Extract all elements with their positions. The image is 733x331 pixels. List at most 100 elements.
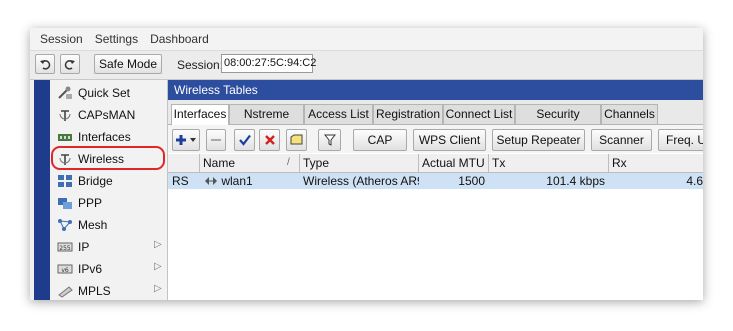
sidebar-item-mesh[interactable]: Mesh bbox=[50, 214, 167, 236]
disable-button[interactable] bbox=[259, 129, 280, 151]
column-header-flags[interactable] bbox=[168, 154, 200, 172]
comment-icon bbox=[290, 134, 303, 145]
filter-button[interactable] bbox=[318, 129, 341, 151]
wireless-tables-window: Wireless Tables Interfaces Nstreme Dual … bbox=[168, 80, 703, 300]
minus-icon bbox=[211, 139, 221, 141]
cell-flags: RS bbox=[172, 174, 189, 188]
sidebar-item-label: MPLS bbox=[78, 284, 111, 298]
sidebar-item-label: IP bbox=[78, 240, 90, 254]
sidebar-item-label: Mesh bbox=[78, 218, 108, 232]
cell-name: wlan1 bbox=[204, 173, 300, 189]
session-field[interactable]: 08:00:27:5C:94:C2 bbox=[221, 54, 316, 73]
submenu-arrow-icon: ▷ bbox=[154, 239, 162, 250]
session-label: Session: bbox=[177, 58, 224, 72]
safe-mode-label: Safe Mode bbox=[98, 57, 158, 71]
check-icon bbox=[238, 134, 251, 146]
tab-security-profiles[interactable]: Security Profiles bbox=[515, 104, 601, 140]
tab-nstreme-dual[interactable]: Nstreme Dual bbox=[229, 104, 304, 140]
svg-text:v6: v6 bbox=[61, 267, 69, 274]
highlight-ring bbox=[51, 146, 165, 170]
setup-repeater-button[interactable]: Setup Repeater bbox=[492, 129, 585, 151]
enable-button[interactable] bbox=[234, 129, 255, 151]
sidebar-brand-strip bbox=[34, 80, 50, 300]
ip-icon: 255 bbox=[57, 242, 73, 252]
setup-repeater-button-label: Setup Repeater bbox=[496, 133, 581, 147]
table-row[interactable]: RS wlan1 Wireless (Atheros AR9... 1500 1… bbox=[168, 173, 703, 189]
tab-connect-list[interactable]: Connect List bbox=[443, 104, 515, 124]
sidebar-item-capsman[interactable]: CAPsMAN bbox=[50, 104, 167, 126]
redo-button[interactable] bbox=[60, 54, 80, 74]
safe-mode-button[interactable]: Safe Mode bbox=[94, 54, 162, 74]
column-header-label: Name bbox=[203, 156, 236, 170]
plus-icon bbox=[176, 135, 196, 145]
sidebar-item-label: PPP bbox=[78, 196, 103, 210]
mesh-icon bbox=[58, 219, 72, 231]
wireless-interface-icon bbox=[205, 177, 217, 185]
column-header-rx[interactable]: Rx bbox=[609, 154, 703, 172]
sidebar-item-label: IPv6 bbox=[78, 262, 103, 276]
remove-button[interactable] bbox=[206, 129, 226, 151]
comment-button[interactable] bbox=[286, 129, 307, 151]
undo-button[interactable] bbox=[35, 54, 55, 74]
cap-button-label: CAP bbox=[367, 133, 393, 147]
menu-bar: Session Settings Dashboard bbox=[30, 28, 703, 51]
svg-text:255: 255 bbox=[59, 245, 71, 252]
action-toolbar: CAP WPS Client Setup Repeater Scanner Fr… bbox=[168, 125, 703, 153]
sidebar-item-ipv6[interactable]: v6 IPv6 ▷ bbox=[50, 258, 167, 280]
main-toolbar: Safe Mode Session: 08:00:27:5C:94:C2 bbox=[30, 51, 703, 80]
wps-client-button-label: WPS Client bbox=[418, 133, 481, 147]
sidebar-item-label: Interfaces bbox=[78, 130, 131, 144]
cell-mtu: 1500 bbox=[458, 174, 485, 188]
sidebar-item-ppp[interactable]: PPP bbox=[50, 192, 167, 214]
filter-icon bbox=[323, 134, 336, 146]
sidebar-item-label: CAPsMAN bbox=[78, 108, 136, 122]
tab-channels[interactable]: Channels bbox=[601, 104, 658, 124]
bridge-icon bbox=[58, 175, 72, 187]
submenu-arrow-icon: ▷ bbox=[154, 261, 162, 272]
cap-button[interactable]: CAP bbox=[353, 129, 407, 151]
column-header-actual-mtu[interactable]: Actual MTU bbox=[419, 154, 489, 172]
cell-tx: 101.4 kbps bbox=[546, 174, 605, 188]
quickset-icon bbox=[58, 86, 72, 99]
redo-icon bbox=[64, 60, 75, 70]
menu-settings[interactable]: Settings bbox=[95, 32, 138, 46]
column-header-name[interactable]: Name / bbox=[200, 154, 300, 172]
menu-dashboard[interactable]: Dashboard bbox=[150, 32, 209, 46]
sidebar-item-interfaces[interactable]: Interfaces bbox=[50, 126, 167, 148]
wps-client-button[interactable]: WPS Client bbox=[413, 129, 486, 151]
undo-icon bbox=[40, 60, 51, 70]
sort-indicator-icon: / bbox=[287, 157, 290, 168]
mpls-icon bbox=[58, 286, 73, 298]
freq-usage-button[interactable]: Freq. U bbox=[658, 129, 703, 151]
sidebar-item-label: Bridge bbox=[78, 174, 113, 188]
tab-access-list[interactable]: Access List bbox=[304, 104, 373, 124]
winbox-window: Session Settings Dashboard Safe Mode Ses… bbox=[30, 28, 703, 300]
menu-session[interactable]: Session bbox=[40, 32, 83, 46]
add-button[interactable] bbox=[172, 129, 200, 151]
sidebar-item-label: Quick Set bbox=[78, 86, 131, 100]
column-header-type[interactable]: Type bbox=[300, 154, 419, 172]
tab-interfaces[interactable]: Interfaces bbox=[171, 104, 229, 125]
submenu-arrow-icon: ▷ bbox=[154, 283, 162, 294]
sidebar-item-bridge[interactable]: Bridge bbox=[50, 170, 167, 192]
window-title: Wireless Tables bbox=[168, 80, 703, 100]
cross-icon bbox=[264, 135, 275, 145]
ppp-icon bbox=[58, 198, 72, 209]
sidebar-item-quick-set[interactable]: Quick Set bbox=[50, 82, 167, 104]
cell-name-text: wlan1 bbox=[221, 174, 253, 188]
scanner-button-label: Scanner bbox=[599, 133, 644, 147]
column-header-tx[interactable]: Tx bbox=[489, 154, 609, 172]
sidebar: Quick Set CAPsMAN Interfaces Wireless Br… bbox=[50, 80, 168, 300]
sidebar-item-mpls[interactable]: MPLS ▷ bbox=[50, 280, 167, 300]
ipv6-icon: v6 bbox=[57, 264, 73, 274]
cell-rx: 4.6 bbox=[686, 174, 703, 188]
interfaces-icon bbox=[58, 134, 72, 141]
cell-type: Wireless (Atheros AR9... bbox=[303, 174, 419, 188]
table-header: Name / Type Actual MTU Tx Rx bbox=[168, 154, 703, 173]
tab-bar: Interfaces Nstreme Dual Access List Regi… bbox=[168, 100, 703, 140]
sidebar-item-ip[interactable]: 255 IP ▷ bbox=[50, 236, 167, 258]
freq-usage-button-label: Freq. U bbox=[666, 133, 703, 147]
capsman-icon bbox=[59, 110, 71, 121]
scanner-button[interactable]: Scanner bbox=[591, 129, 652, 151]
tab-registration[interactable]: Registration bbox=[373, 104, 443, 124]
